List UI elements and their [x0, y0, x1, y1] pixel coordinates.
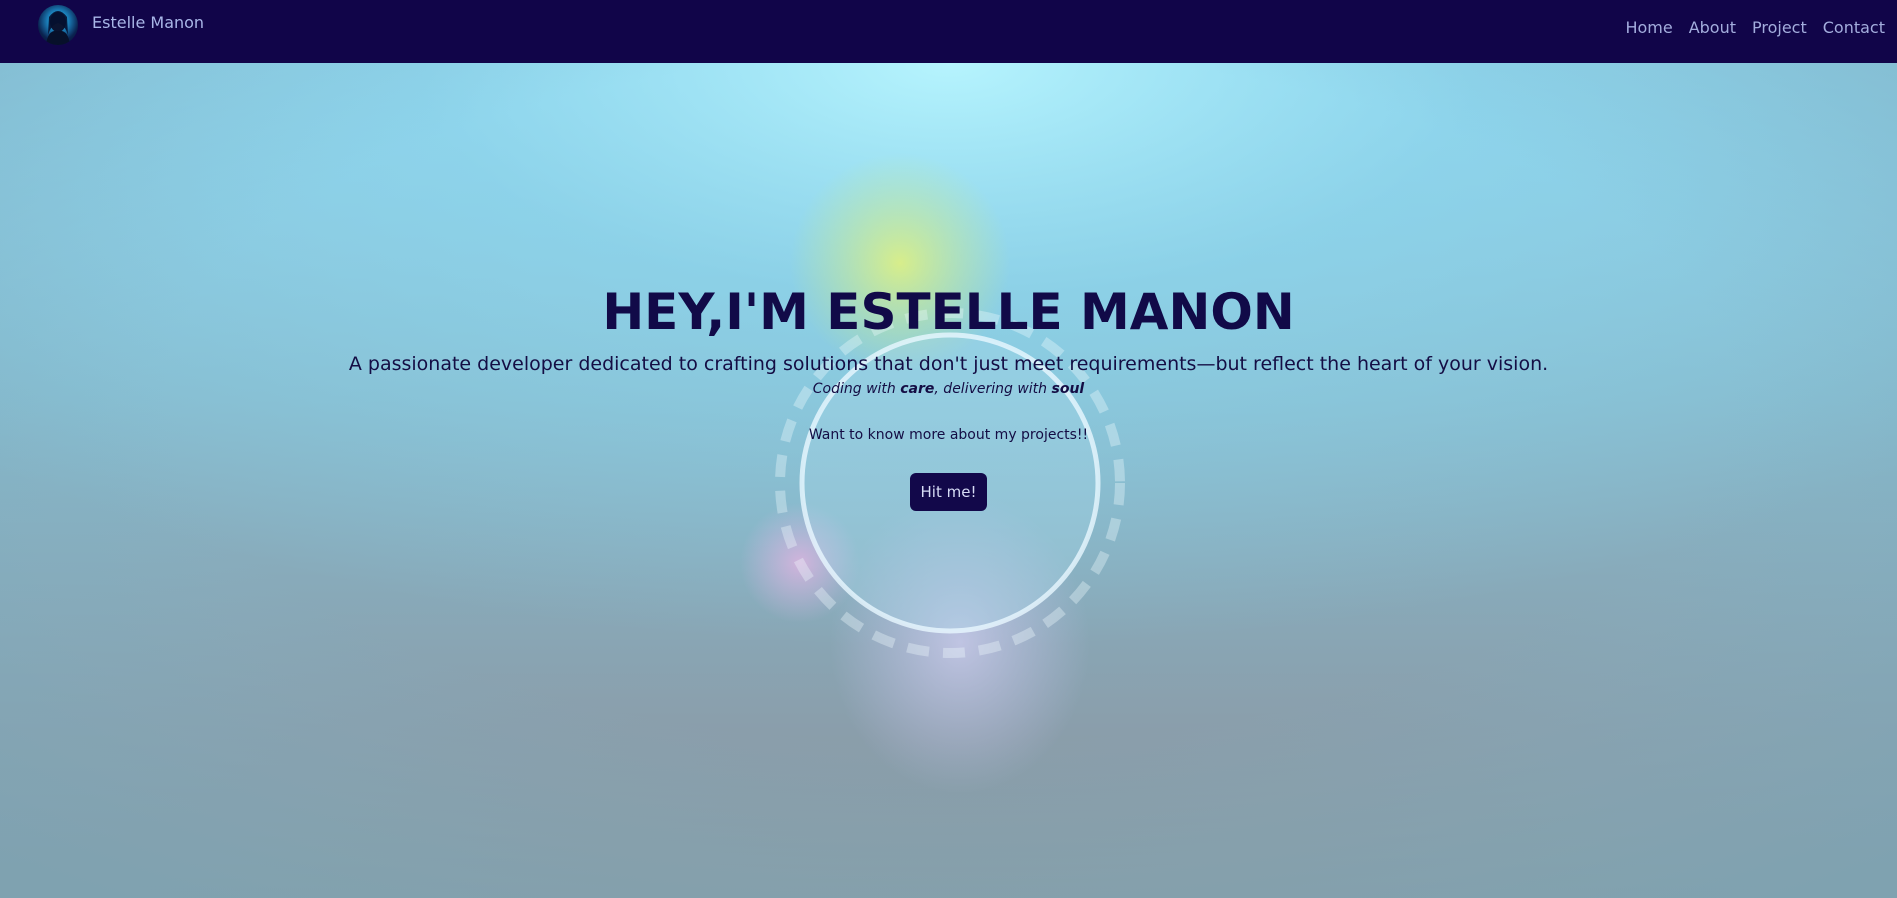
nav-link-contact[interactable]: Contact: [1823, 18, 1885, 37]
hero-subtitle: A passionate developer dedicated to craf…: [348, 353, 1549, 375]
hero-title: HEY,I'M ESTELLE MANON: [602, 283, 1295, 341]
brand-name: Estelle Manon: [92, 12, 205, 32]
hero-tagline: Coding with care, delivering with soul: [0, 381, 1897, 397]
hero-section: HEY,I'M ESTELLE MANON A passionate devel…: [0, 63, 1897, 898]
tagline-middle: , delivering with: [934, 381, 1052, 397]
avatar: [38, 5, 78, 45]
brand-home-link[interactable]: Estelle Manon: [38, 5, 204, 45]
hit-me-button[interactable]: Hit me!: [910, 473, 987, 511]
tagline-prefix: Coding with: [812, 381, 901, 397]
nav-link-project[interactable]: Project: [1752, 18, 1807, 37]
top-navbar: Estelle Manon Home About Project Contact: [0, 0, 1897, 63]
tagline-word-care: care: [900, 381, 935, 397]
projects-prompt: Want to know more about my projects!!: [808, 427, 1089, 443]
tagline-word-soul: soul: [1051, 381, 1085, 397]
nav-links: Home About Project Contact: [1625, 18, 1885, 37]
nav-link-about[interactable]: About: [1689, 18, 1736, 37]
nav-link-home[interactable]: Home: [1625, 18, 1672, 37]
portrait-icon: [46, 11, 70, 45]
